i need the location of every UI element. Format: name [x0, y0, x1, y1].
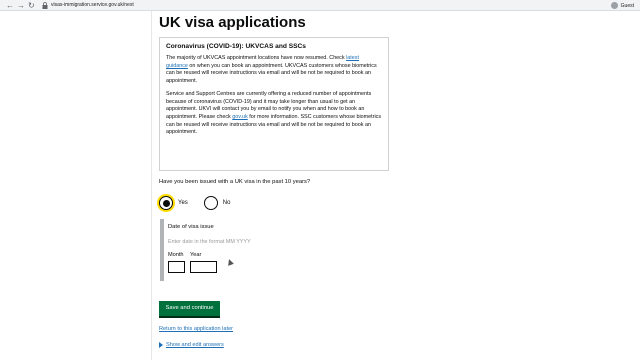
- notice-text: on when you can book an appointment. UKV…: [166, 62, 377, 85]
- page-title: UK visa applications: [159, 14, 306, 31]
- avatar-icon: [610, 2, 618, 9]
- profile-label: Guest: [620, 2, 634, 9]
- visa-radio-group: Yes No: [159, 196, 246, 210]
- mouse-cursor-icon: [226, 258, 234, 266]
- no-label[interactable]: No: [223, 200, 231, 206]
- notice-paragraph-1: The majority of UKVCAS appointment locat…: [166, 55, 382, 86]
- year-label: Year: [190, 252, 202, 258]
- date-of-issue-label: Date of visa issue: [168, 224, 214, 230]
- forward-arrow-icon[interactable]: →: [17, 0, 25, 11]
- notice-heading: Coronavirus (COVID-19): UKVCAS and SSCs: [166, 43, 306, 50]
- address-bar[interactable]: visas-immigration.service.gov.uk/next: [51, 0, 134, 11]
- browser-toolbar: ← → ↻ visas-immigration.service.gov.uk/n…: [0, 0, 640, 11]
- reload-icon[interactable]: ↻: [28, 0, 35, 11]
- visa-question: Have you been issued with a UK visa in t…: [159, 179, 311, 185]
- triangle-right-icon: [159, 342, 163, 348]
- radio-selected-dot: [162, 199, 170, 207]
- show-answers-link[interactable]: Show and edit answers: [166, 342, 224, 348]
- year-input[interactable]: [190, 261, 217, 273]
- no-radio[interactable]: [203, 196, 218, 210]
- profile-button[interactable]: Guest: [610, 0, 634, 11]
- show-answers-details[interactable]: Show and edit answers: [159, 342, 224, 348]
- covid-notice: Coronavirus (COVID-19): UKVCAS and SSCs …: [159, 37, 389, 171]
- month-input[interactable]: [168, 261, 185, 273]
- return-later-link[interactable]: Return to this application later: [159, 326, 233, 332]
- date-hint: Enter date in the format MM YYYY: [168, 239, 251, 245]
- notice-paragraph-2: Service and Support Centres are currentl…: [166, 91, 382, 137]
- back-arrow-icon[interactable]: ←: [6, 0, 14, 11]
- notice-text: The majority of UKVCAS appointment locat…: [166, 55, 347, 61]
- lock-icon: [42, 2, 48, 9]
- gov-uk-link[interactable]: gov.uk: [232, 114, 247, 120]
- yes-label[interactable]: Yes: [178, 200, 188, 206]
- conditional-reveal-bar: [160, 219, 164, 281]
- save-and-continue-button[interactable]: Save and continue: [159, 301, 220, 316]
- month-label: Month: [168, 252, 184, 258]
- yes-radio[interactable]: [159, 196, 173, 210]
- content-divider: [151, 11, 152, 360]
